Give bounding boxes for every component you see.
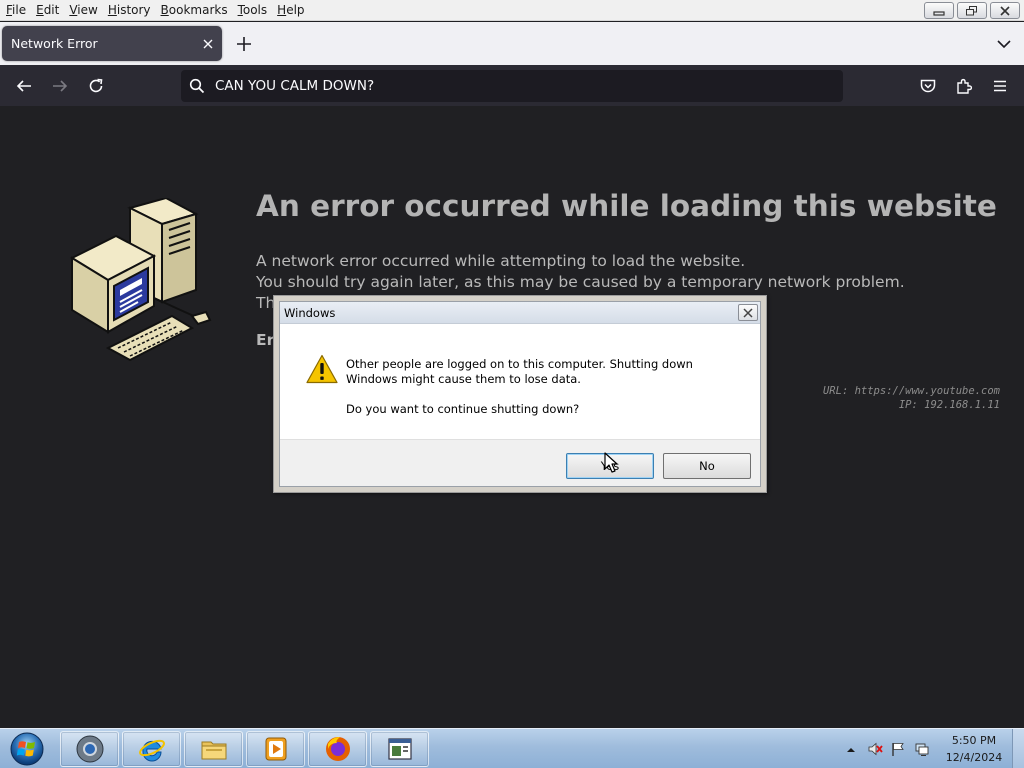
extensions-button[interactable] bbox=[952, 74, 976, 98]
dialog-title: Windows bbox=[284, 306, 336, 320]
dialog-titlebar[interactable]: Windows bbox=[280, 302, 760, 324]
menu-items: File Edit View History Bookmarks Tools H… bbox=[0, 0, 310, 21]
chevron-up-icon[interactable] bbox=[843, 742, 859, 758]
pocket-icon bbox=[920, 79, 936, 93]
taskbar-file-explorer[interactable] bbox=[184, 731, 243, 767]
app-menu-button[interactable] bbox=[988, 74, 1012, 98]
forward-arrow-icon bbox=[53, 80, 68, 92]
internet-explorer-icon bbox=[138, 739, 165, 762]
taskbar-media-player[interactable] bbox=[246, 731, 305, 767]
pocket-button[interactable] bbox=[916, 74, 940, 98]
back-arrow-icon bbox=[16, 80, 31, 92]
mouse-cursor-icon bbox=[604, 452, 618, 473]
show-desktop-button[interactable] bbox=[1012, 729, 1024, 768]
close-icon bbox=[1000, 5, 1010, 16]
diagnostic-ip: IP: 192.168.1.11 bbox=[898, 399, 1000, 411]
tab-close-icon[interactable] bbox=[200, 36, 216, 52]
search-icon bbox=[189, 78, 205, 94]
error-description-line-2: You should try again later, as this may … bbox=[256, 273, 905, 291]
warning-icon bbox=[306, 354, 338, 384]
minimize-icon bbox=[933, 10, 945, 16]
computer-illustration bbox=[69, 198, 212, 362]
volume-muted-icon[interactable] bbox=[867, 741, 883, 757]
taskbar-app-window[interactable] bbox=[370, 731, 429, 767]
file-explorer-icon bbox=[201, 741, 226, 760]
taskbar-internet-explorer[interactable] bbox=[122, 731, 181, 767]
app-window-icon bbox=[387, 738, 412, 760]
error-description-line-1: A network error occurred while attemptin… bbox=[256, 252, 746, 270]
shutdown-dialog: Windows Other people are logged on to th… bbox=[273, 295, 767, 493]
new-tab-icon[interactable] bbox=[234, 34, 254, 54]
navigation-bar: CAN YOU CALM DOWN? bbox=[0, 65, 1024, 106]
start-button[interactable] bbox=[6, 731, 48, 767]
close-window-button[interactable] bbox=[990, 2, 1020, 19]
tab-strip: Network Error bbox=[0, 22, 1024, 65]
menu-bookmarks[interactable]: Bookmarks bbox=[156, 0, 233, 21]
menu-file[interactable]: File bbox=[0, 0, 31, 21]
no-button[interactable]: No bbox=[663, 453, 751, 479]
dialog-frame: Windows Other people are logged on to th… bbox=[279, 301, 761, 487]
back-button[interactable] bbox=[12, 74, 36, 98]
menu-edit[interactable]: Edit bbox=[31, 0, 64, 21]
network-icon[interactable] bbox=[914, 741, 930, 757]
restore-button[interactable] bbox=[957, 2, 987, 19]
error-code: Er bbox=[256, 331, 275, 349]
error-title: An error occurred while loading this web… bbox=[256, 189, 997, 223]
close-icon bbox=[743, 307, 753, 318]
url-bar[interactable]: CAN YOU CALM DOWN? bbox=[181, 70, 843, 102]
reload-button[interactable] bbox=[84, 74, 108, 98]
window-controls bbox=[924, 2, 1020, 19]
media-player-icon bbox=[265, 737, 286, 761]
dialog-close-button[interactable] bbox=[738, 304, 758, 321]
action-center-flag-icon[interactable] bbox=[890, 741, 906, 757]
menu-history[interactable]: History bbox=[103, 0, 156, 21]
clock-time[interactable]: 5:50 PM bbox=[942, 734, 1006, 747]
tab-title: Network Error bbox=[11, 36, 98, 51]
dialog-footer: Yes No bbox=[280, 439, 760, 486]
hamburger-menu-icon bbox=[994, 80, 1006, 92]
forward-button[interactable] bbox=[48, 74, 72, 98]
dialog-question: Do you want to continue shutting down? bbox=[346, 402, 580, 416]
reload-icon bbox=[89, 78, 103, 93]
chevron-down-icon[interactable] bbox=[996, 36, 1012, 52]
taskbar-firefox[interactable] bbox=[308, 731, 367, 767]
menu-bar: File Edit View History Bookmarks Tools H… bbox=[0, 0, 1024, 21]
chrome-icon bbox=[76, 735, 103, 763]
restore-icon bbox=[966, 5, 977, 15]
clock-date[interactable]: 12/4/2024 bbox=[942, 751, 1006, 764]
diagnostic-url: URL: https://www.youtube.com bbox=[822, 385, 1000, 397]
taskbar: 5:50 PM 12/4/2024 bbox=[0, 728, 1024, 768]
taskbar-chrome[interactable] bbox=[60, 731, 119, 767]
menu-view[interactable]: View bbox=[64, 0, 102, 21]
url-text: CAN YOU CALM DOWN? bbox=[215, 78, 375, 94]
minimize-button[interactable] bbox=[924, 2, 954, 19]
dialog-body: Other people are logged on to this compu… bbox=[280, 325, 760, 439]
puzzle-icon bbox=[957, 78, 973, 94]
tab-network-error[interactable]: Network Error bbox=[2, 26, 222, 61]
dialog-message: Other people are logged on to this compu… bbox=[346, 357, 693, 386]
menu-tools[interactable]: Tools bbox=[233, 0, 273, 21]
firefox-icon bbox=[325, 737, 350, 761]
menu-help[interactable]: Help bbox=[272, 0, 309, 21]
